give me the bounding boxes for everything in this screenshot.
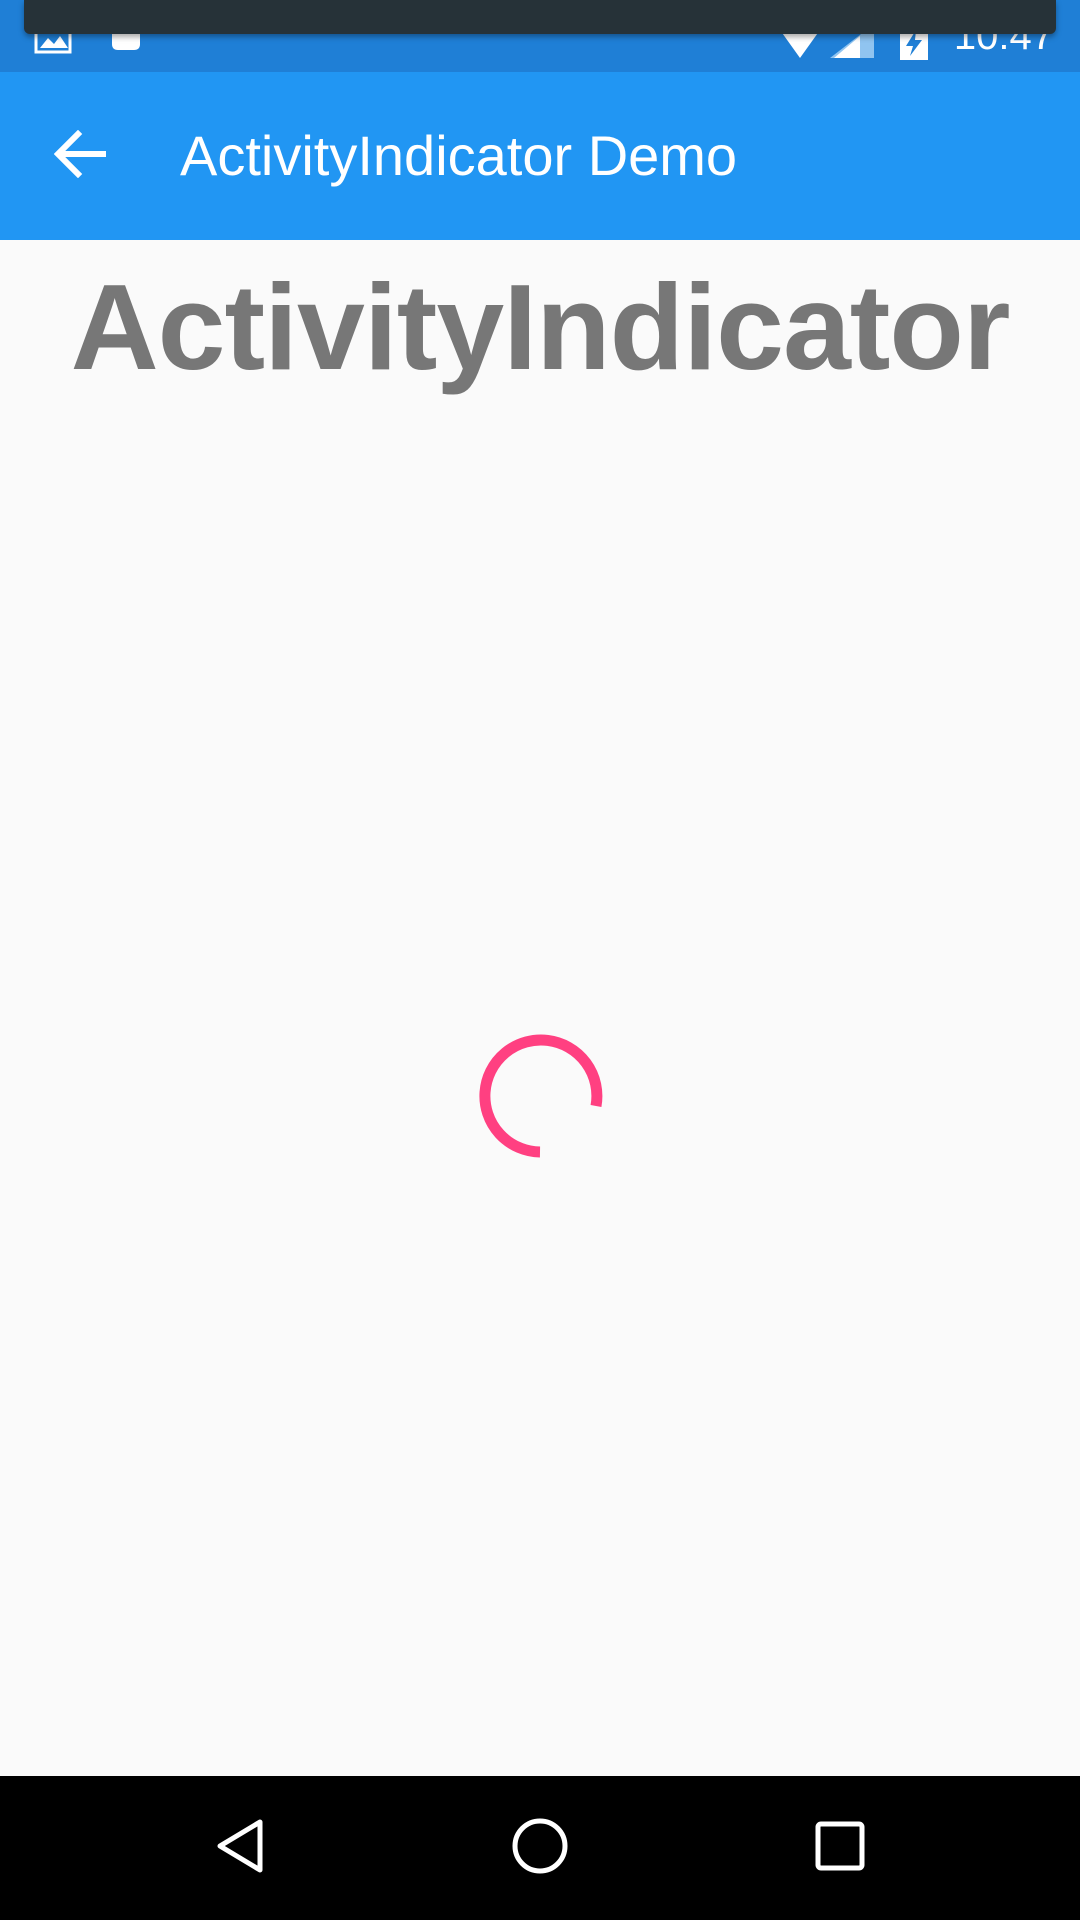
- spinner-arc-icon: [479, 1034, 603, 1158]
- app-bar: ActivityIndicator Demo: [0, 72, 1080, 240]
- screen: 10:47 ActivityIndicator Demo ActivityInd…: [0, 0, 1080, 1920]
- arrow-back-icon: [53, 129, 107, 183]
- nav-home-button[interactable]: [492, 1800, 588, 1896]
- recents-nav-icon: [810, 1816, 870, 1881]
- notification-overlay[interactable]: [24, 0, 1056, 34]
- activity-indicator: [474, 1030, 606, 1162]
- home-nav-icon: [510, 1816, 570, 1881]
- nav-back-button[interactable]: [194, 1800, 290, 1896]
- navigation-bar: [0, 1776, 1080, 1920]
- back-nav-icon: [212, 1816, 272, 1881]
- back-button[interactable]: [32, 108, 128, 204]
- app-bar-title: ActivityIndicator Demo: [180, 124, 738, 187]
- nav-recents-button[interactable]: [792, 1800, 888, 1896]
- page-heading: ActivityIndicator: [70, 259, 1011, 395]
